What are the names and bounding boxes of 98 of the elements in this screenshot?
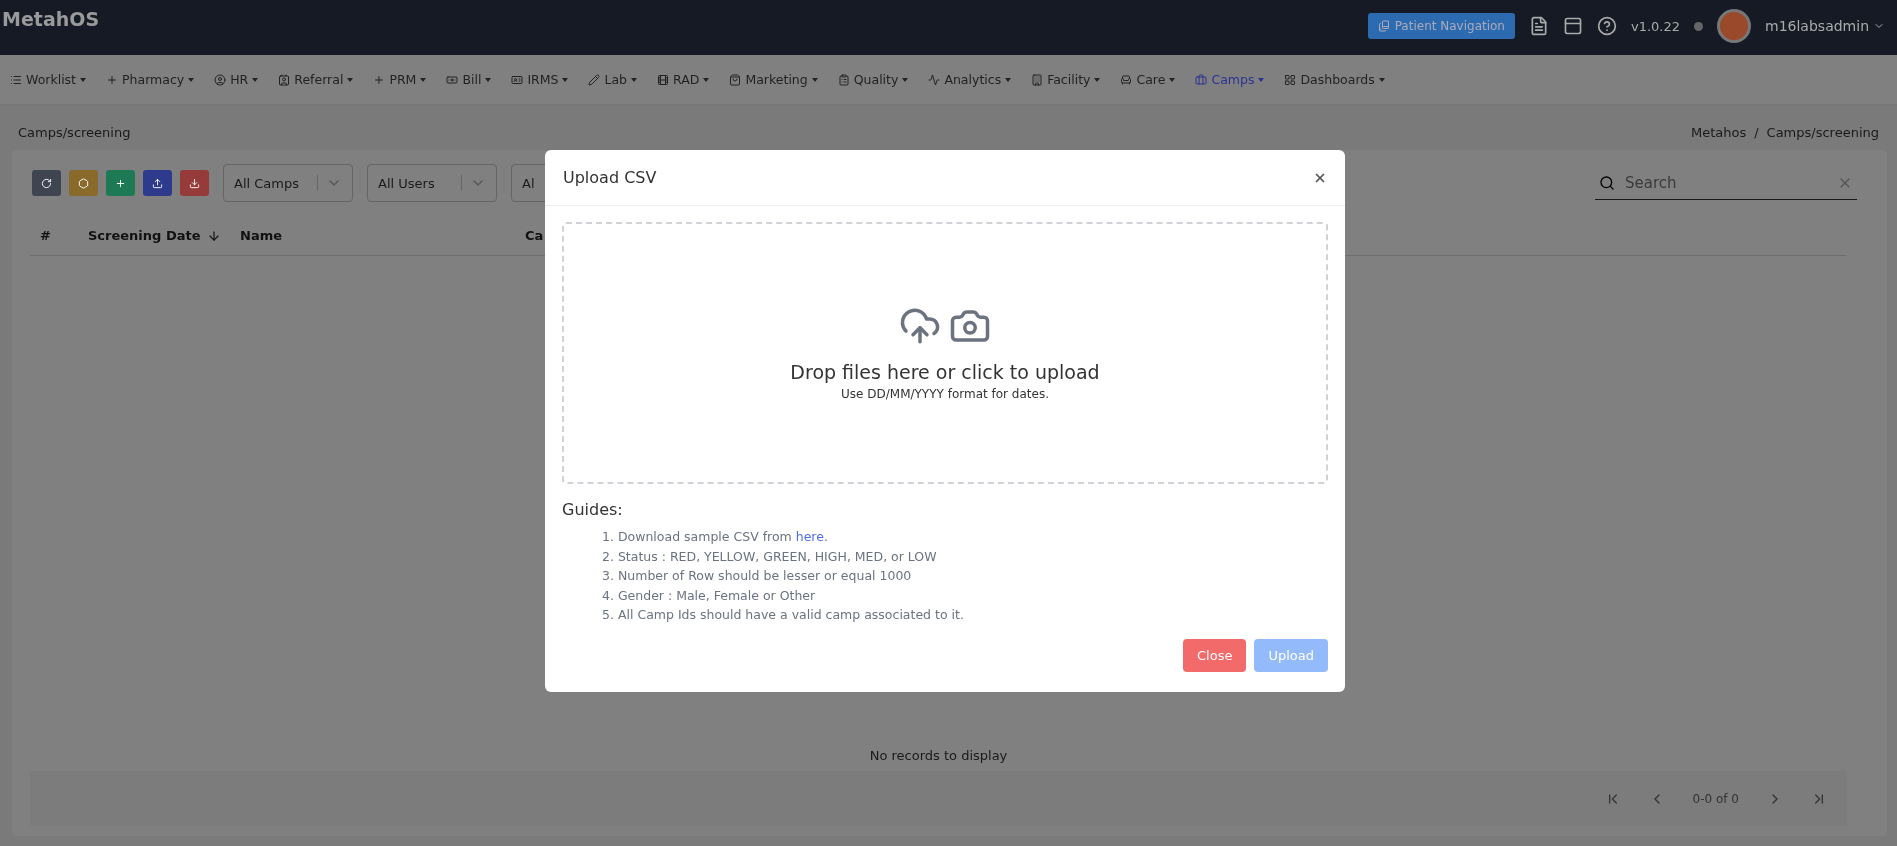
download-icon [189,177,200,189]
help-icon[interactable] [1597,16,1617,36]
pencil-icon [588,73,601,86]
banknote-icon [446,73,459,86]
caret-icon [562,77,569,82]
page-range: 0-0 of 0 [1692,791,1739,806]
version-label: v1.0.22 [1631,18,1681,34]
list-number: 4. [602,586,614,605]
app-logo: MetahOS [2,8,100,30]
caret-icon [703,77,710,82]
nav-menu-item[interactable]: Quality [837,72,909,87]
dropzone-hint: Use DD/MM/YYYY format for dates. [841,387,1049,401]
window-icon[interactable] [1563,16,1583,36]
guide-item: Status : RED, YELLOW, GREEN, HIGH, MED, or LOW [617,547,937,566]
user-avatar[interactable] [1717,9,1752,43]
dialog-title: Upload CSV [563,168,657,187]
nav-menu-item[interactable]: Analytics [928,72,1012,87]
plus-icon [106,73,118,86]
nav-menu-item[interactable]: Worklist [10,72,86,87]
list-number: 2. [602,547,614,566]
close-button[interactable]: Close [1183,638,1247,672]
caret-icon [1258,77,1265,82]
caret-icon [80,77,86,82]
refresh-button[interactable] [32,170,61,196]
add-icon [115,177,126,189]
bag-icon [729,73,742,86]
document-icon[interactable] [1529,16,1549,36]
upload-icon [152,177,163,189]
list-number: 5. [602,606,614,624]
nav-menu-item[interactable]: Camps [1195,72,1265,87]
empty-message: No records to display [869,748,1008,763]
sample-link[interactable]: here [795,529,824,544]
list-number: 3. [602,567,614,585]
nav-menu-item[interactable]: Care [1120,72,1176,87]
column-header[interactable]: # [40,228,88,243]
column-header[interactable]: Name [240,228,525,243]
user-menu[interactable]: m16labsadmin [1765,18,1885,34]
page-title: Camps/screening [18,125,131,140]
id-card-icon [511,73,524,86]
caret-icon [1378,77,1385,82]
nav-menu-item[interactable]: Facility [1031,72,1101,87]
filter-dropdown[interactable]: All Camps [223,164,353,202]
nav-menu-item[interactable]: Referral [278,72,354,87]
refresh-icon [41,177,52,189]
caret-icon [1169,77,1176,82]
breadcrumb-item: Camps/screening [1766,125,1879,140]
caret-icon [347,77,354,82]
search-field[interactable]: Search [1623,172,1829,193]
sort-icon[interactable] [206,228,221,243]
pulse-icon [928,73,941,86]
briefcase-icon [1195,73,1208,86]
armchair-icon [1120,73,1133,86]
clipboard-icon [837,73,850,86]
caret-icon [252,77,259,82]
guide-item: All Camp Ids should have a valid camp associated to it. [617,606,964,624]
guide-item: Number of Row should be lesser or equal 1000 [617,567,912,585]
nav-menu-item[interactable]: RAD [657,72,710,87]
nav-menu-item[interactable]: Bill [446,72,492,87]
breadcrumb-separator: / [1754,125,1759,140]
list-number: 1. [602,528,614,546]
nav-menu-item[interactable]: PRM [373,72,427,87]
grid-icon [1284,73,1297,86]
nav-menu-item[interactable]: HR [214,72,259,87]
caret-icon [902,77,909,82]
caret-icon [1094,77,1101,82]
search-icon [1599,174,1615,191]
guides-heading: Guides: [562,500,624,519]
caret-icon [485,77,492,82]
nav-menu-item[interactable]: IRMS [511,72,569,87]
column-header[interactable]: Screening Date [88,228,240,243]
filter-button[interactable] [69,170,98,196]
user-circle-icon [214,73,227,86]
nav-menu-item[interactable]: Dashboards [1284,72,1385,87]
download-button[interactable] [180,170,209,196]
guide-item: Gender : Male, Female or Other [617,586,816,605]
breadcrumb-item[interactable]: Metahos [1690,125,1747,140]
guide-item: Download sample CSV from here. [617,528,828,546]
nav-menu-item[interactable]: Pharmacy [106,72,195,87]
contact-card-icon [278,73,291,86]
caret-icon [631,77,638,82]
caret-icon [811,77,818,82]
book-icon [1377,20,1390,32]
caret-icon [188,77,195,82]
filter-dropdown[interactable]: All Users [367,164,497,202]
upload-button[interactable] [143,170,172,196]
patient-navigation-button[interactable]: Patient Navigation [1367,13,1515,39]
list-icon [10,73,22,86]
caret-icon [1005,77,1012,82]
nav-menu-item[interactable]: Lab [588,72,638,87]
filter-icon [78,177,89,189]
film-icon [657,73,670,86]
file-dropzone[interactable]: Drop files here or click to upload Use DD/MM/YYYY format for dates. [562,222,1328,484]
plus-icon [373,73,386,86]
building-icon [1031,73,1044,86]
caret-icon [420,77,427,82]
status-dot [1694,21,1704,31]
nav-menu-item[interactable]: Marketing [729,72,818,87]
dropzone-title: Drop files here or click to upload [790,361,1100,383]
